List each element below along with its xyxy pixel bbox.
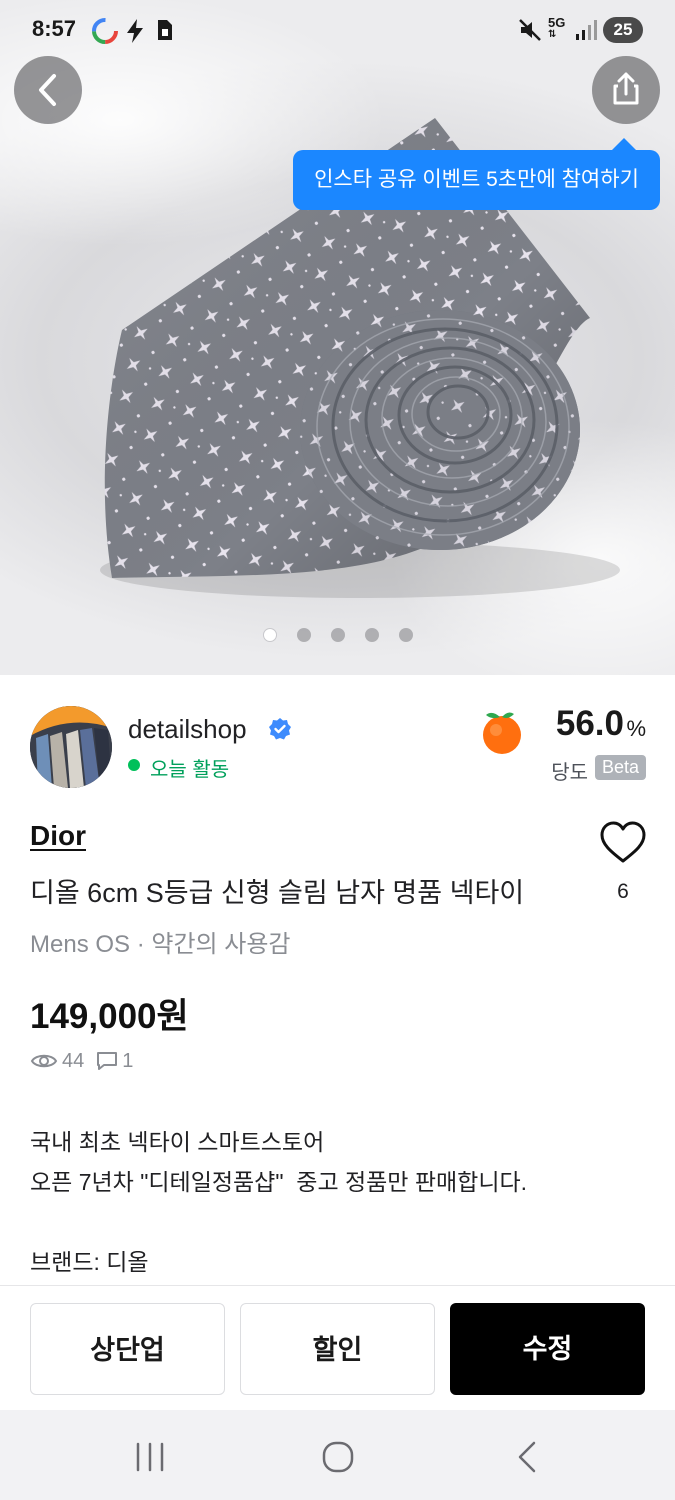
seller-name[interactable]: detailshop bbox=[128, 714, 247, 745]
recent-apps-icon[interactable] bbox=[130, 1440, 170, 1474]
product-image-carousel[interactable]: 8:57 5G ⇅ 25 인스타 공유 이벤트 5초만에 참여하기 bbox=[0, 0, 675, 675]
back-button[interactable] bbox=[14, 56, 82, 124]
edit-button[interactable]: 수정 bbox=[450, 1303, 645, 1395]
seller-activity-status: 오늘 활동 bbox=[128, 753, 229, 782]
description-line: 오픈 7년차 "디테일정품샵" 중고 정품만 판매합니다. bbox=[30, 1169, 528, 1195]
manner-label: 당도 bbox=[551, 762, 588, 784]
carousel-indicator bbox=[0, 628, 675, 642]
discount-button[interactable]: 할인 bbox=[240, 1303, 435, 1395]
home-icon[interactable] bbox=[318, 1437, 358, 1477]
battery-indicator: 25 bbox=[603, 17, 643, 43]
chat-icon bbox=[97, 1052, 118, 1070]
sim-icon bbox=[158, 20, 172, 40]
product-category-condition[interactable]: Mens OS · 약간의 사용감 bbox=[30, 924, 291, 959]
product-stats: 44 1 bbox=[30, 1048, 133, 1074]
carousel-dot[interactable] bbox=[296, 628, 311, 642]
charging-icon bbox=[127, 19, 143, 43]
bump-up-button[interactable]: 상단업 bbox=[30, 1303, 225, 1395]
nav-back-icon[interactable] bbox=[508, 1437, 548, 1477]
share-button[interactable] bbox=[592, 56, 660, 124]
status-bar: 8:57 5G ⇅ 25 bbox=[0, 0, 675, 60]
network-5g-icon: 5G ⇅ bbox=[548, 15, 566, 40]
product-photo-tie bbox=[100, 118, 620, 598]
bottom-action-bar: 상단업 할인 수정 bbox=[0, 1285, 675, 1410]
carousel-dot[interactable] bbox=[364, 628, 379, 642]
eye-icon bbox=[30, 1054, 58, 1068]
description-line: 국내 최초 넥타이 스마트스토어 bbox=[30, 1129, 325, 1155]
app-notification-icon bbox=[92, 18, 118, 44]
chat-count: 1 bbox=[122, 1049, 134, 1072]
system-navigation-bar bbox=[0, 1410, 675, 1500]
like-count: 6 bbox=[617, 880, 629, 903]
product-price: 149,000원 bbox=[30, 997, 189, 1036]
manner-value: 56.0 bbox=[555, 704, 624, 743]
carousel-dot[interactable] bbox=[398, 628, 413, 642]
description-line: 브랜드: 디올 bbox=[30, 1249, 149, 1275]
like-button[interactable]: 6 bbox=[598, 818, 648, 908]
carousel-dot[interactable] bbox=[330, 628, 345, 642]
status-time: 8:57 bbox=[32, 16, 77, 41]
product-title: 디올 6cm S등급 신형 슬림 남자 명품 넥타이 bbox=[30, 878, 525, 908]
share-event-tooltip[interactable]: 인스타 공유 이벤트 5초만에 참여하기 bbox=[293, 138, 660, 210]
orange-fruit-icon bbox=[483, 712, 521, 754]
seller-profile[interactable]: detailshop 오늘 활동 56.0 % 당도 Beta bbox=[30, 704, 650, 788]
view-count: 44 bbox=[62, 1049, 85, 1072]
signal-icon bbox=[576, 20, 597, 40]
share-icon bbox=[613, 72, 639, 105]
heart-icon bbox=[600, 821, 646, 863]
manner-unit: % bbox=[626, 716, 646, 741]
product-description: 국내 최초 넥타이 스마트스토어 오픈 7년차 "디테일정품샵" 중고 정품만 … bbox=[30, 1122, 527, 1282]
seller-avatar[interactable] bbox=[30, 706, 112, 788]
carousel-dot-active[interactable] bbox=[262, 628, 277, 642]
chevron-left-icon bbox=[39, 74, 56, 106]
verified-badge-icon bbox=[269, 718, 291, 740]
description-line bbox=[30, 1202, 527, 1242]
mute-icon bbox=[519, 19, 541, 41]
manner-score[interactable]: 56.0 % 당도 Beta bbox=[480, 704, 650, 788]
brand-link[interactable]: Dior bbox=[30, 820, 86, 852]
beta-badge: Beta bbox=[594, 755, 646, 780]
